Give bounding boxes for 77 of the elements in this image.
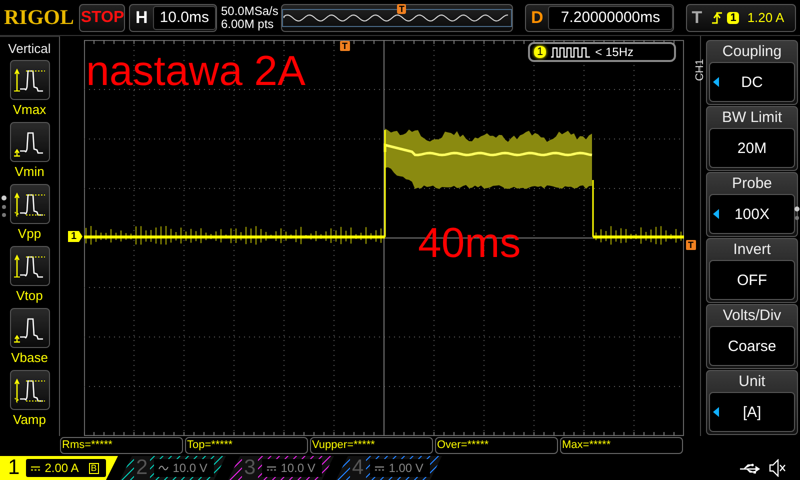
menu-item-value[interactable]: DC [709, 62, 795, 102]
trigger-label: T [690, 8, 704, 28]
channel-number: 2 [134, 456, 150, 480]
menu-item[interactable]: Coupling DC [706, 40, 798, 105]
annotation-text: nastawa 2A [86, 50, 306, 92]
menu-item-title: Volts/Div [722, 306, 782, 326]
menu-item[interactable]: Invert OFF [706, 238, 798, 303]
measure-label: Vtop [16, 287, 43, 305]
channel-tab[interactable]: 2 10.0 V [120, 456, 226, 480]
run-status[interactable]: STOP [79, 4, 126, 32]
channel-number: 1 [7, 456, 21, 480]
measure-label: Vmax [12, 101, 46, 119]
menu-item-title: Coupling [722, 42, 782, 62]
counter-value: < 15Hz [595, 45, 634, 59]
timebase-panel[interactable]: H 10.0ms [129, 4, 217, 32]
measure-button[interactable] [10, 308, 50, 348]
menu-item-title: Invert [733, 240, 771, 260]
measure-button[interactable] [10, 370, 50, 410]
trigger-level-marker[interactable]: T [686, 240, 696, 250]
measurement-readout: Over=***** [435, 437, 558, 454]
channel-tab[interactable]: 3 10.0 V [228, 456, 334, 480]
menu-item[interactable]: Unit [A] [706, 370, 798, 435]
measure-label: Vamp [13, 411, 46, 429]
timebase-label: H [134, 8, 149, 28]
menu-item-title: Unit [738, 372, 766, 392]
logo: RIGOL [4, 5, 76, 30]
measure-label: Vpp [18, 225, 42, 243]
measure-button[interactable] [10, 60, 50, 100]
sample-rate: 50.0MSa/s [220, 4, 277, 18]
annotation-text: 40ms [418, 222, 521, 264]
trigger-panel[interactable]: T 1 1.20 A [686, 4, 796, 32]
measure-button[interactable] [10, 184, 50, 224]
channel-marker[interactable]: 1 [68, 231, 83, 242]
page-indicator-icon [1, 195, 7, 218]
channel-tab[interactable]: 1 2.00 A B [0, 456, 118, 480]
menu-item[interactable]: BW Limit 20M [706, 106, 798, 171]
measure-button[interactable] [10, 122, 50, 162]
menu-item[interactable]: Volts/Div Coarse [706, 304, 798, 369]
channel-number: 3 [242, 456, 258, 480]
pulse-icon [550, 46, 592, 58]
menu-item-title: Probe [732, 174, 772, 194]
channel-label: CH1 [694, 59, 706, 81]
measurement-readout: Rms=***** [60, 437, 183, 454]
timebase-value: 10.0ms [152, 6, 216, 30]
channel-tab[interactable]: 4 1.00 V [336, 456, 442, 480]
menu-item-value[interactable]: OFF [709, 260, 795, 300]
menu-item-value[interactable]: 100X [709, 194, 795, 234]
measure-label: Vbase [11, 349, 48, 367]
measure-button[interactable] [10, 246, 50, 286]
channel-scale: 10.0 V [280, 461, 316, 475]
delay-label: D [530, 8, 544, 28]
menu-item-value[interactable]: [A] [709, 392, 795, 432]
delay-value: 7.20000000ms [548, 6, 673, 30]
menu-item-value[interactable]: Coarse [709, 326, 795, 366]
counter-channel: 1 [534, 46, 546, 58]
channel-number: 4 [350, 456, 366, 480]
trigger-source: 1 [727, 12, 740, 24]
trigger-position-marker[interactable]: T [340, 41, 350, 51]
channel-scale: 1.00 V [388, 461, 424, 475]
measurement-readout: Top=***** [185, 437, 308, 454]
usb-icon [739, 462, 761, 474]
measurement-readout: Vupper=***** [310, 437, 433, 454]
mute-icon [769, 459, 786, 477]
menu-item[interactable]: Probe 100X [706, 172, 798, 237]
page-indicator-icon [794, 206, 800, 221]
channel-scale: 2.00 A [44, 461, 79, 475]
trigger-position-marker: T [396, 4, 406, 14]
menu-item-value[interactable]: 20M [709, 128, 795, 168]
measure-label: Vmin [14, 163, 44, 181]
delay-panel[interactable]: D 7.20000000ms [524, 4, 674, 32]
menu-item-title: BW Limit [722, 108, 782, 128]
bandwidth-limit-mark: B [88, 462, 99, 474]
channel-scale: 10.0 V [172, 461, 208, 475]
trigger-level: 1.20 A [747, 10, 784, 25]
menu-title: Vertical [8, 41, 51, 56]
memory-depth: 6.00M pts [220, 18, 275, 30]
measurement-readout: Max=***** [560, 437, 683, 454]
